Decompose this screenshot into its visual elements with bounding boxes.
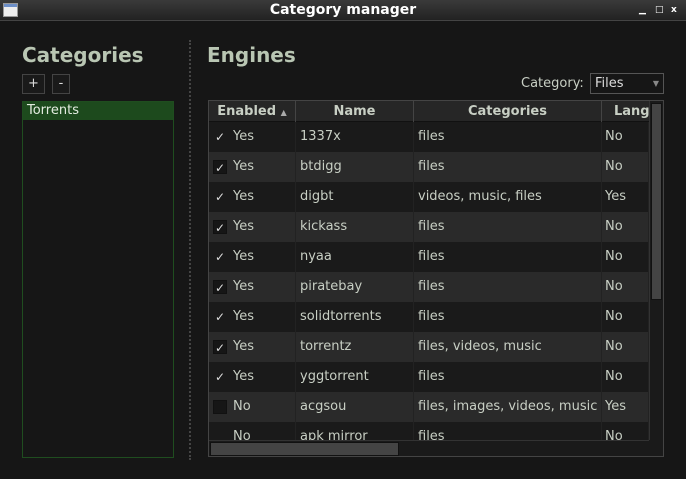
categories-cell: files	[414, 272, 602, 302]
table-row[interactable]: ✓ Yes torrentz files, videos, music No	[209, 332, 649, 362]
table-row[interactable]: ✓ Yes digbt videos, music, files Yes	[209, 182, 649, 212]
engines-heading: Engines	[207, 43, 296, 67]
name-cell: digbt	[296, 182, 414, 212]
vertical-scrollbar[interactable]	[649, 101, 663, 440]
enabled-text: No	[233, 399, 251, 414]
categories-cell: files	[414, 212, 602, 242]
column-header-enabled[interactable]: Enabled ▲	[209, 101, 296, 122]
table-row[interactable]: ✓ Yes yggtorrent files No	[209, 362, 649, 392]
add-category-button[interactable]: +	[22, 74, 45, 94]
name-cell: torrentz	[296, 332, 414, 362]
enabled-text: Yes	[233, 159, 254, 174]
enabled-text: Yes	[233, 219, 254, 234]
enabled-cell[interactable]: ✓ Yes	[209, 152, 296, 182]
lang-cell: No	[602, 152, 649, 182]
name-cell: solidtorrents	[296, 302, 414, 332]
name-cell: piratebay	[296, 272, 414, 302]
name-cell: yggtorrent	[296, 362, 414, 392]
enabled-checkbox[interactable]: ✓	[213, 160, 227, 175]
maximize-button[interactable]: □	[655, 5, 664, 15]
categories-cell: files, images, videos, music	[414, 392, 602, 422]
enabled-text: Yes	[233, 189, 254, 204]
column-header-categories[interactable]: Categories	[414, 101, 602, 122]
enabled-checkbox[interactable]: ✓	[213, 220, 227, 235]
enabled-checkbox[interactable]	[213, 400, 227, 414]
chevron-down-icon: ▼	[652, 79, 659, 88]
table-row[interactable]: ✓ Yes btdigg files No	[209, 152, 649, 182]
category-select-value: Files	[595, 76, 624, 91]
enabled-checkbox[interactable]: ✓	[213, 340, 227, 355]
enabled-cell[interactable]: ✓ Yes	[209, 212, 296, 242]
enabled-cell[interactable]: ✓ Yes	[209, 182, 296, 212]
lang-cell: Yes	[602, 182, 649, 212]
splitter-handle[interactable]	[189, 40, 191, 460]
lang-cell: No	[602, 302, 649, 332]
enabled-checkbox[interactable]: ✓	[213, 370, 227, 384]
categories-cell: files	[414, 302, 602, 332]
enabled-cell[interactable]: ✓ Yes	[209, 242, 296, 272]
name-cell: 1337x	[296, 122, 414, 152]
enabled-cell[interactable]: ✓ Yes	[209, 272, 296, 302]
enabled-cell[interactable]: ✓ Yes	[209, 332, 296, 362]
enabled-checkbox[interactable]: ✓	[213, 310, 227, 324]
column-header-name[interactable]: Name	[296, 101, 414, 122]
lang-cell: No	[602, 242, 649, 272]
categories-cell: files, videos, music	[414, 332, 602, 362]
enabled-text: Yes	[233, 309, 254, 324]
lang-cell: No	[602, 122, 649, 152]
name-cell: btdigg	[296, 152, 414, 182]
enabled-text: Yes	[233, 369, 254, 384]
categories-heading: Categories	[22, 43, 144, 67]
lang-cell: No	[602, 362, 649, 392]
table-row[interactable]: ✓ Yes kickass files No	[209, 212, 649, 242]
enabled-text: Yes	[233, 279, 254, 294]
horizontal-scrollbar[interactable]	[209, 440, 649, 456]
category-list[interactable]: Torrents	[22, 101, 174, 458]
remove-category-button[interactable]: -	[52, 74, 70, 94]
table-row[interactable]: ✓ Yes piratebay files No	[209, 272, 649, 302]
horizontal-scroll-thumb[interactable]	[210, 442, 399, 456]
enabled-text: Yes	[233, 249, 254, 264]
categories-cell: files	[414, 152, 602, 182]
close-button[interactable]: x	[671, 5, 677, 15]
enabled-checkbox[interactable]: ✓	[213, 250, 227, 264]
name-cell: kickass	[296, 212, 414, 242]
minimize-button[interactable]: ▁	[639, 5, 646, 15]
table-header: Enabled ▲ Name Categories Lang	[209, 101, 662, 122]
window-title: Category manager	[269, 2, 417, 18]
enabled-text: Yes	[233, 339, 254, 354]
enabled-cell[interactable]: ✓ Yes	[209, 122, 296, 152]
categories-cell: files	[414, 242, 602, 272]
categories-cell: videos, music, files	[414, 182, 602, 212]
enabled-cell[interactable]: ✓ Yes	[209, 362, 296, 392]
lang-cell: Yes	[602, 392, 649, 422]
name-cell: acgsou	[296, 392, 414, 422]
enabled-checkbox[interactable]: ✓	[213, 280, 227, 295]
enabled-checkbox[interactable]: ✓	[213, 130, 227, 144]
lang-cell: No	[602, 272, 649, 302]
sort-ascending-icon: ▲	[280, 108, 287, 117]
enabled-cell[interactable]: ✓ Yes	[209, 302, 296, 332]
enabled-cell[interactable]: No	[209, 392, 296, 422]
lang-cell: No	[602, 212, 649, 242]
categories-cell: files	[414, 362, 602, 392]
title-bar: Category manager ▁ □ x	[0, 0, 686, 21]
category-filter-label: Category:	[521, 76, 584, 91]
category-select[interactable]: Files ▼	[590, 73, 664, 94]
lang-cell: No	[602, 332, 649, 362]
table-row[interactable]: ✓ Yes 1337x files No	[209, 122, 649, 152]
name-cell: nyaa	[296, 242, 414, 272]
enabled-checkbox[interactable]: ✓	[213, 190, 227, 204]
categories-cell: files	[414, 122, 602, 152]
engines-table: Enabled ▲ Name Categories Lang ✓ Yes 1337x…	[208, 100, 664, 457]
table-row[interactable]: ✓ Yes nyaa files No	[209, 242, 649, 272]
table-row[interactable]: No acgsou files, images, videos, music Yes	[209, 392, 649, 422]
vertical-scroll-thumb[interactable]	[651, 103, 662, 300]
table-row[interactable]: ✓ Yes solidtorrents files No	[209, 302, 649, 332]
enabled-text: Yes	[233, 129, 254, 144]
category-item[interactable]: Torrents	[23, 102, 173, 120]
